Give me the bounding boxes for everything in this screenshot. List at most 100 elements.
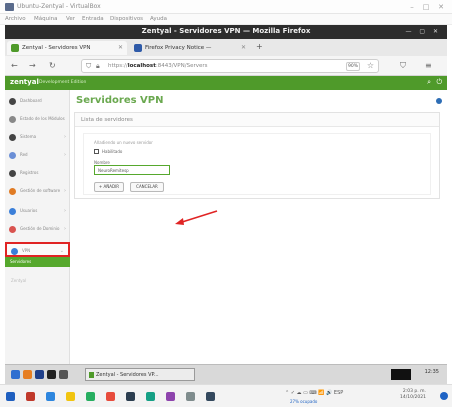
- menu-entrada[interactable]: Entrada: [82, 16, 104, 22]
- sidebar-subitem-servidores[interactable]: Servidores: [5, 257, 70, 267]
- taskbar-window-zentyal[interactable]: Zentyal - Servidores VP...: [85, 368, 195, 381]
- virtualbox-taskbar-icon[interactable]: [206, 392, 215, 401]
- network-icon: [9, 152, 16, 159]
- zentyal-favicon-icon: [11, 44, 19, 52]
- sidebar-item-software[interactable]: Gestión de software ›: [5, 184, 70, 200]
- sidebar-item-sistema[interactable]: Sistema ›: [5, 130, 70, 146]
- shield-toolbar-icon[interactable]: ⛉: [400, 61, 406, 71]
- reload-icon[interactable]: ↻: [49, 61, 56, 70]
- menu-maquina[interactable]: Máquina: [34, 16, 57, 22]
- enabled-checkbox[interactable]: [94, 149, 99, 154]
- taskbar-app-icon[interactable]: [126, 392, 135, 401]
- cancel-button[interactable]: CANCELAR: [130, 182, 164, 192]
- servers-list-panel: Lista de servidores Añadiendo un nuevo s…: [74, 112, 440, 199]
- app-launcher-icon[interactable]: [11, 370, 20, 379]
- host-window-titlebar: Ubuntu-Zentyal - VirtualBox – □ ✕: [0, 0, 452, 14]
- sidebar-item-label: Usuarios: [20, 208, 38, 213]
- firefox-titlebar: Zentyal - Servidores VPN — Mozilla Firef…: [5, 25, 447, 39]
- close-tab-icon[interactable]: ✕: [118, 44, 123, 51]
- form-hint: Añadiendo un nuevo servidor: [94, 140, 153, 145]
- files-taskbar-icon[interactable]: [35, 370, 44, 379]
- sidebar-item-vpn[interactable]: VPN ⌄: [5, 242, 70, 257]
- users-icon: [9, 208, 16, 215]
- tab-label: Zentyal - Servidores VPN: [22, 45, 91, 51]
- notifications-icon[interactable]: [440, 392, 448, 400]
- close-tab-icon[interactable]: ✕: [241, 44, 246, 51]
- page-title: Servidores VPN: [76, 95, 164, 106]
- url-text[interactable]: https://localhost:8443/VPN/Servers: [108, 63, 208, 69]
- chevron-right-icon: ›: [64, 226, 66, 232]
- vpn-icon: [11, 248, 18, 255]
- chevron-down-icon: ⌄: [59, 248, 64, 254]
- sidebar: Dashboard Estado de los Módulos Sistema …: [5, 90, 70, 364]
- shield-icon[interactable]: ⛉: [86, 62, 91, 71]
- taskbar-app-icon[interactable]: [186, 392, 195, 401]
- menu-ayuda[interactable]: Ayuda: [150, 16, 167, 22]
- new-tab-button[interactable]: +: [256, 42, 263, 51]
- tab-privacy-notice[interactable]: Firefox Privacy Notice — ✕: [130, 41, 250, 55]
- add-button[interactable]: + AÑADIR: [94, 182, 124, 192]
- sidebar-item-label: Gestión de Dominio: [20, 226, 60, 231]
- zentyal-logo[interactable]: zentyal: [10, 78, 39, 86]
- sidebar-item-label: Sistema: [20, 134, 37, 139]
- menu-ver[interactable]: Ver: [66, 16, 75, 22]
- main-content: Servidores VPN Lista de servidores Añadi…: [70, 90, 447, 364]
- close-button[interactable]: ✕: [435, 2, 447, 12]
- bookmark-star-icon[interactable]: ☆: [367, 61, 374, 70]
- minimize-button[interactable]: –: [406, 2, 418, 12]
- taskbar-app-icon[interactable]: [106, 392, 115, 401]
- tab-zentyal[interactable]: Zentyal - Servidores VPN ✕: [7, 41, 127, 55]
- sidebar-item-dashboard[interactable]: Dashboard: [5, 94, 70, 110]
- virtualbox-icon: [5, 3, 14, 11]
- sidebar-item-registros[interactable]: Registros: [5, 166, 70, 182]
- enabled-label: Habilitado: [102, 149, 123, 154]
- zentyal-header: zentyal Development Edition ⌕ ⏻: [5, 76, 447, 90]
- sidebar-item-dominio[interactable]: Gestión de Dominio ›: [5, 222, 70, 238]
- firefox-window-controls[interactable]: — ▢ ✕: [405, 28, 441, 35]
- tab-label: Firefox Privacy Notice —: [145, 45, 212, 51]
- url-bar[interactable]: ⛉ 🔒︎ https://localhost:8443/VPN/Servers …: [81, 59, 379, 73]
- lock-icon[interactable]: 🔒︎: [96, 62, 100, 71]
- sidebar-item-usuarios[interactable]: Usuarios ›: [5, 204, 70, 220]
- taskbar-app-icon[interactable]: [46, 392, 55, 401]
- folder-icon[interactable]: [66, 392, 75, 401]
- windows-start-icon[interactable]: [6, 392, 15, 401]
- back-arrow-icon[interactable]: ←: [11, 61, 18, 70]
- tray-status: 27% ocupado: [290, 399, 318, 404]
- software-icon: [9, 188, 16, 195]
- help-icon[interactable]: [436, 98, 442, 104]
- domain-icon: [9, 226, 16, 233]
- menu-archivo[interactable]: Archivo: [5, 16, 26, 22]
- logout-icon[interactable]: ⏻: [436, 78, 442, 87]
- sidebar-item-label: Servidores: [10, 259, 32, 264]
- sidebar-item-red[interactable]: Red ›: [5, 148, 70, 164]
- firefox-taskbar-icon[interactable]: [23, 370, 32, 379]
- sidebar-item-modules[interactable]: Estado de los Módulos: [5, 112, 70, 128]
- modules-icon: [9, 116, 16, 123]
- taskbar-app-icon[interactable]: [146, 392, 155, 401]
- sidebar-item-label: Red: [20, 152, 28, 157]
- system-tray[interactable]: ⌃ ✓ ☁ ▭ ⌨ 📶 🔊 ESP: [285, 390, 343, 396]
- forward-arrow-icon[interactable]: →: [29, 61, 36, 70]
- terminal-taskbar-icon[interactable]: [47, 370, 56, 379]
- search-icon[interactable]: ⌕: [427, 78, 431, 87]
- taskbar-app-icon[interactable]: [26, 392, 35, 401]
- panel-header: Lista de servidores: [75, 113, 439, 127]
- name-input[interactable]: [94, 165, 170, 175]
- firefox-favicon-icon: [134, 44, 142, 52]
- clock-date: 14/10/2021: [400, 395, 426, 400]
- tab-strip: Zentyal - Servidores VPN ✕ Firefox Priva…: [5, 39, 447, 56]
- annotation-arrow-icon: [175, 210, 218, 225]
- sidebar-item-label: Gestión de software: [20, 188, 61, 193]
- taskbar-app-icon[interactable]: [166, 392, 175, 401]
- keyboard-indicator: [391, 369, 411, 380]
- menu-dispositivos[interactable]: Dispositivos: [110, 16, 143, 22]
- add-server-form: Añadiendo un nuevo servidor Habilitado N…: [83, 133, 431, 195]
- zoom-level[interactable]: 90%: [346, 62, 360, 71]
- show-desktop-icon[interactable]: [59, 370, 68, 379]
- maximize-button[interactable]: □: [420, 2, 432, 12]
- menu-hamburger-icon[interactable]: ≡: [425, 61, 432, 70]
- chevron-right-icon: ›: [64, 208, 66, 214]
- sidebar-item-label: Dashboard: [20, 98, 42, 103]
- taskbar-app-icon[interactable]: [86, 392, 95, 401]
